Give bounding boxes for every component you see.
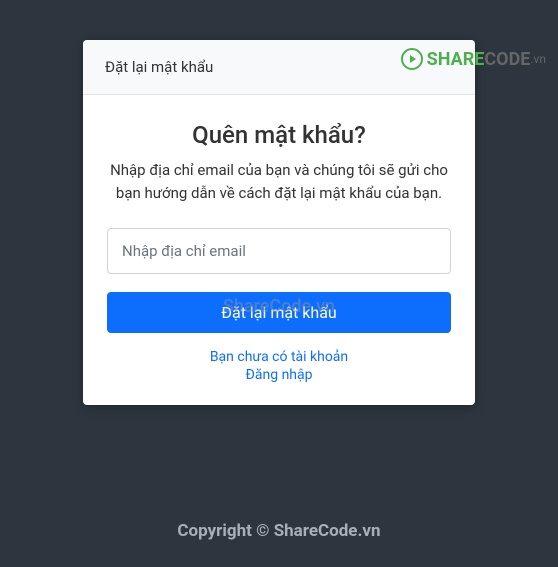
description-text: Nhập địa chỉ email của bạn và chúng tôi … <box>107 159 451 204</box>
logo-text-vn: .vn <box>530 52 546 66</box>
logo-icon <box>401 48 423 70</box>
reset-password-card: Đặt lại mật khẩu Quên mật khẩu? Nhập địa… <box>83 40 475 405</box>
copyright-prefix: Copyright © <box>177 521 273 541</box>
login-link[interactable]: Đăng nhập <box>107 367 451 383</box>
reset-password-button[interactable]: Đặt lại mật khẩu <box>107 292 451 333</box>
links-container: Bạn chưa có tài khoản Đăng nhập <box>107 349 451 383</box>
logo-text-code: CODE <box>484 49 530 70</box>
logo-text-share: SHARE <box>427 49 485 70</box>
site-logo: SHARECODE.vn <box>401 48 546 70</box>
page-title: Quên mật khẩu? <box>107 121 451 149</box>
footer: Copyright © ShareCode.vn <box>0 521 558 541</box>
footer-link[interactable]: ShareCode.vn <box>274 521 381 541</box>
register-link[interactable]: Bạn chưa có tài khoản <box>107 349 451 365</box>
card-body: Quên mật khẩu? Nhập địa chỉ email của bạ… <box>83 95 475 405</box>
email-input[interactable] <box>107 228 451 274</box>
